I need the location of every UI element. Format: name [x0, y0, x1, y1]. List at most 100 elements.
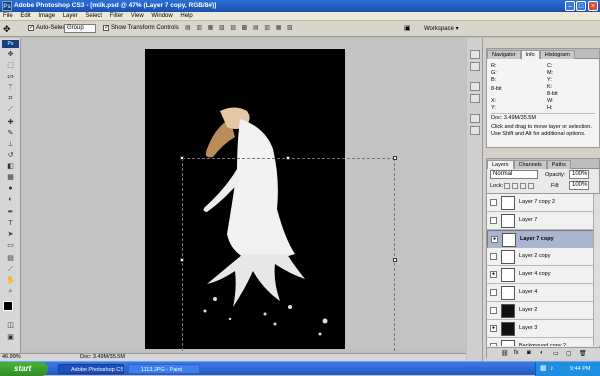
show-transform-checkbox[interactable] — [103, 24, 109, 31]
magic-wand-tool-icon[interactable]: ⚚ — [3, 83, 18, 92]
eye-icon[interactable] — [490, 343, 497, 346]
dodge-tool-icon[interactable]: ◐ — [3, 195, 18, 204]
menu-layer[interactable]: Layer — [60, 12, 81, 21]
eye-icon[interactable]: ● — [490, 325, 497, 332]
layer-row[interactable]: ● Layer 4 copy — [487, 266, 600, 284]
adjustment-layer-icon[interactable]: ◐ — [540, 350, 544, 356]
taskbar-photoshop[interactable]: Adobe Photoshop CS3 ... — [58, 364, 124, 374]
menu-file[interactable]: File — [0, 12, 16, 21]
delete-layer-icon[interactable]: 🗑 — [579, 350, 587, 357]
brush-tool-icon[interactable]: ✎ — [3, 129, 18, 138]
layer-mask-icon[interactable]: ◙ — [527, 350, 531, 356]
layer-row[interactable]: Layer 4 — [487, 284, 600, 302]
layer-row[interactable]: Layer 2 — [487, 302, 600, 320]
opacity-input[interactable]: 100% — [569, 170, 589, 179]
quick-mask-icon[interactable]: ◫ — [3, 321, 18, 330]
move-tool-icon[interactable]: ✥ — [3, 50, 18, 59]
clone-stamp-tool-icon[interactable]: ⊥ — [3, 140, 18, 149]
layer-row[interactable]: ● Layer 7 copy — [487, 230, 600, 248]
layer-row[interactable]: ● Layer 3 — [487, 320, 600, 338]
zoom-level[interactable]: 46.99% — [2, 354, 21, 360]
tab-paths[interactable]: Paths — [546, 160, 571, 169]
actions-panel-icon[interactable] — [470, 62, 480, 71]
transform-handle[interactable] — [180, 258, 184, 262]
eye-icon[interactable] — [490, 217, 497, 224]
layer-row[interactable]: Layer 2 copy — [487, 248, 600, 266]
layers-scrollbar[interactable] — [593, 194, 600, 346]
layer-row[interactable]: Background copy 2 — [487, 338, 600, 346]
tab-histogram[interactable]: Histogram — [539, 50, 575, 59]
type-tool-icon[interactable]: T — [3, 219, 18, 228]
lasso-tool-icon[interactable]: ᔕ — [3, 72, 18, 81]
menu-filter[interactable]: Filter — [107, 12, 126, 21]
foreground-color-swatch[interactable] — [3, 301, 13, 311]
doc-size[interactable]: Doc: 3.49M/35.5M — [80, 354, 125, 360]
start-button[interactable]: start — [0, 362, 48, 376]
auto-select-checkbox[interactable] — [28, 24, 34, 31]
path-selection-tool-icon[interactable]: ➤ — [3, 230, 18, 239]
menu-help[interactable]: Help — [177, 12, 195, 21]
minimize-button[interactable]: – — [565, 1, 575, 11]
menu-window[interactable]: Window — [148, 12, 175, 21]
eye-icon[interactable] — [490, 289, 497, 296]
eye-icon[interactable] — [490, 253, 497, 260]
clock[interactable]: 9:44 PM — [570, 362, 590, 376]
align-buttons[interactable]: ▤ ▥ ▦ ▧ ▨ ▩ ▤ ▥ ▦ ▧ — [185, 24, 315, 34]
fill-input[interactable]: 100% — [569, 181, 589, 190]
bridge-icon[interactable]: ▣ — [404, 24, 414, 34]
zoom-tool-icon[interactable]: ⌕ — [3, 287, 18, 296]
document-canvas[interactable] — [145, 49, 345, 349]
lock-position-icon[interactable] — [520, 183, 526, 189]
tab-navigator[interactable]: Navigator — [487, 50, 521, 59]
pen-tool-icon[interactable]: ✒ — [3, 208, 18, 217]
clone-source-panel-icon[interactable] — [470, 94, 480, 103]
maximize-button[interactable]: □ — [576, 1, 586, 11]
blur-tool-icon[interactable]: ● — [3, 184, 18, 193]
gradient-tool-icon[interactable]: ▦ — [3, 173, 18, 182]
menu-image[interactable]: Image — [35, 12, 58, 21]
lock-all-icon[interactable] — [528, 183, 534, 189]
layer-row[interactable]: Layer 7 — [487, 212, 600, 230]
new-layer-icon[interactable]: ▢ — [566, 350, 572, 357]
brushes-panel-icon[interactable] — [470, 82, 480, 91]
screen-mode-icon[interactable]: ▣ — [3, 333, 18, 342]
new-group-icon[interactable]: ▭ — [553, 350, 559, 357]
layer-style-icon[interactable]: fx — [514, 350, 519, 356]
transform-handle[interactable] — [180, 156, 184, 160]
shape-tool-icon[interactable]: ▭ — [3, 241, 18, 250]
workspace-menu[interactable]: Workspace ▾ — [424, 25, 459, 32]
move-tool-icon[interactable]: ✥ — [3, 24, 15, 34]
slice-tool-icon[interactable]: ⟋ — [3, 105, 18, 114]
paragraph-panel-icon[interactable] — [470, 126, 480, 135]
healing-brush-tool-icon[interactable]: ✚ — [3, 118, 18, 127]
network-icon[interactable]: ▦ — [540, 362, 547, 376]
eraser-tool-icon[interactable]: ◧ — [3, 162, 18, 171]
auto-select-dropdown[interactable]: Group — [64, 24, 96, 33]
tab-channels[interactable]: Channels — [513, 160, 547, 169]
close-button[interactable]: × — [588, 1, 598, 11]
crop-tool-icon[interactable]: ⌗ — [3, 94, 18, 103]
menu-view[interactable]: View — [128, 12, 147, 21]
link-layers-icon[interactable]: ⛓ — [501, 350, 509, 357]
eyedropper-tool-icon[interactable]: ⟋ — [3, 265, 18, 274]
tab-info[interactable]: Info — [520, 50, 540, 59]
marquee-tool-icon[interactable]: ⬚ — [3, 61, 18, 70]
history-brush-tool-icon[interactable]: ↺ — [3, 151, 18, 160]
transform-handle[interactable] — [393, 156, 397, 160]
blend-mode-dropdown[interactable]: Normal — [490, 170, 538, 179]
character-panel-icon[interactable] — [470, 114, 480, 123]
transform-handle[interactable] — [393, 258, 397, 262]
eye-icon[interactable] — [490, 199, 497, 206]
transform-handle[interactable] — [286, 156, 290, 160]
eye-icon[interactable]: ● — [491, 236, 498, 243]
taskbar-paint[interactable]: 1113.JPG - Paint — [128, 364, 200, 374]
hand-tool-icon[interactable]: ✋ — [3, 276, 18, 285]
lock-image-icon[interactable] — [512, 183, 518, 189]
history-panel-icon[interactable] — [470, 50, 480, 59]
eye-icon[interactable]: ● — [490, 271, 497, 278]
menu-select[interactable]: Select — [82, 12, 105, 21]
tab-layers[interactable]: Layers — [487, 160, 514, 169]
notes-tool-icon[interactable]: ▤ — [3, 254, 18, 263]
layer-row[interactable]: Layer 7 copy 2 — [487, 194, 600, 212]
eye-icon[interactable] — [490, 307, 497, 314]
